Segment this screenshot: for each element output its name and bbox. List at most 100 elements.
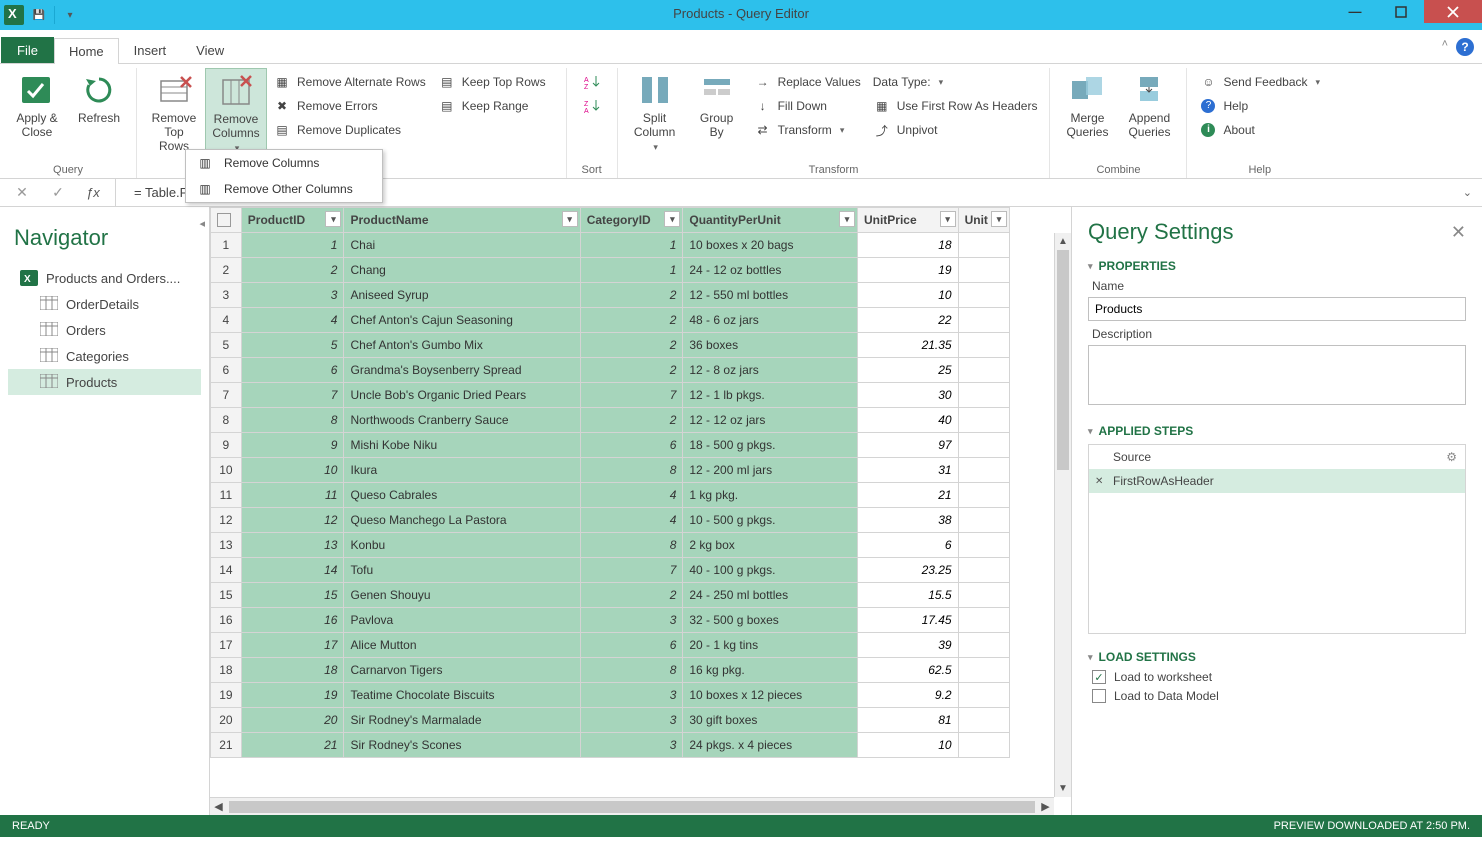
cell-categoryid[interactable]: 2 — [580, 333, 683, 358]
cell-categoryid[interactable]: 7 — [580, 383, 683, 408]
row-number[interactable]: 10 — [211, 458, 242, 483]
navigator-root[interactable]: X Products and Orders.... — [8, 265, 201, 291]
refresh-button[interactable]: Refresh — [68, 68, 130, 128]
cell-quantityperunit[interactable]: 24 - 250 ml bottles — [683, 583, 858, 608]
table-row[interactable]: 77Uncle Bob's Organic Dried Pears712 - 1… — [211, 383, 1010, 408]
table-row[interactable]: 2020Sir Rodney's Marmalade330 gift boxes… — [211, 708, 1010, 733]
cell-productname[interactable]: Genen Shouyu — [344, 583, 580, 608]
keep-top-rows-button[interactable]: ▤Keep Top Rows — [432, 70, 552, 94]
first-row-headers-button[interactable]: ▦Use First Row As Headers — [867, 94, 1044, 118]
cell-quantityperunit[interactable]: 10 - 500 g pkgs. — [683, 508, 858, 533]
cell-productname[interactable]: Northwoods Cranberry Sauce — [344, 408, 580, 433]
tab-home[interactable]: Home — [54, 38, 119, 64]
cell-productid[interactable]: 9 — [241, 433, 344, 458]
split-column-button[interactable]: Split Column — [624, 68, 686, 154]
row-number[interactable]: 2 — [211, 258, 242, 283]
row-number[interactable]: 15 — [211, 583, 242, 608]
cell-categoryid[interactable]: 4 — [580, 483, 683, 508]
row-number[interactable]: 13 — [211, 533, 242, 558]
scroll-up-icon[interactable]: ▲ — [1055, 233, 1071, 250]
cell-unit[interactable] — [958, 533, 1009, 558]
cell-productname[interactable]: Alice Mutton — [344, 633, 580, 658]
cell-productname[interactable]: Teatime Chocolate Biscuits — [344, 683, 580, 708]
cell-unitprice[interactable]: 39 — [857, 633, 958, 658]
cell-unit[interactable] — [958, 483, 1009, 508]
cell-quantityperunit[interactable]: 30 gift boxes — [683, 708, 858, 733]
column-header-unit[interactable]: Unit▾ — [958, 208, 1009, 233]
step-source[interactable]: Source⚙ — [1089, 445, 1465, 469]
query-settings-close-button[interactable]: ✕ — [1451, 222, 1466, 243]
fx-icon[interactable]: ƒx — [80, 179, 116, 206]
filter-dropdown-icon[interactable]: ▾ — [562, 211, 578, 227]
navigator-collapse-button[interactable]: ◂ — [195, 215, 209, 232]
cell-productname[interactable]: Uncle Bob's Organic Dried Pears — [344, 383, 580, 408]
cell-productid[interactable]: 5 — [241, 333, 344, 358]
row-number[interactable]: 12 — [211, 508, 242, 533]
cell-unitprice[interactable]: 97 — [857, 433, 958, 458]
cell-categoryid[interactable]: 8 — [580, 458, 683, 483]
dropdown-remove-other-columns[interactable]: ▥Remove Other Columns — [186, 176, 382, 202]
cell-unitprice[interactable]: 22 — [857, 308, 958, 333]
row-number[interactable]: 8 — [211, 408, 242, 433]
data-type-button[interactable]: Data Type: — [867, 70, 1044, 94]
append-queries-button[interactable]: Append Queries — [1118, 68, 1180, 142]
table-row[interactable]: 88Northwoods Cranberry Sauce212 - 12 oz … — [211, 408, 1010, 433]
table-row[interactable]: 33Aniseed Syrup212 - 550 ml bottles10 — [211, 283, 1010, 308]
cell-unit[interactable] — [958, 358, 1009, 383]
row-number[interactable]: 16 — [211, 608, 242, 633]
hscroll-thumb[interactable] — [229, 801, 1035, 813]
row-number[interactable]: 1 — [211, 233, 242, 258]
cell-productid[interactable]: 18 — [241, 658, 344, 683]
cell-unit[interactable] — [958, 558, 1009, 583]
help-icon[interactable]: ? — [1456, 38, 1474, 56]
tab-insert[interactable]: Insert — [119, 37, 182, 63]
cell-productid[interactable]: 4 — [241, 308, 344, 333]
collapse-ribbon-icon[interactable]: ˄ — [1442, 38, 1448, 56]
cell-quantityperunit[interactable]: 24 - 12 oz bottles — [683, 258, 858, 283]
load-settings-section[interactable]: ▾LOAD SETTINGS — [1088, 650, 1466, 664]
fill-down-button[interactable]: ↓Fill Down — [748, 94, 867, 118]
cell-categoryid[interactable]: 8 — [580, 533, 683, 558]
table-row[interactable]: 66Grandma's Boysenberry Spread212 - 8 oz… — [211, 358, 1010, 383]
cell-productid[interactable]: 15 — [241, 583, 344, 608]
cell-quantityperunit[interactable]: 36 boxes — [683, 333, 858, 358]
navigator-item-orderdetails[interactable]: OrderDetails — [8, 291, 201, 317]
cell-productname[interactable]: Sir Rodney's Marmalade — [344, 708, 580, 733]
cell-productname[interactable]: Tofu — [344, 558, 580, 583]
cell-productid[interactable]: 1 — [241, 233, 344, 258]
cell-unitprice[interactable]: 21 — [857, 483, 958, 508]
cell-quantityperunit[interactable]: 12 - 8 oz jars — [683, 358, 858, 383]
table-row[interactable]: 11Chai110 boxes x 20 bags18 — [211, 233, 1010, 258]
cell-productid[interactable]: 6 — [241, 358, 344, 383]
cell-productname[interactable]: Konbu — [344, 533, 580, 558]
cell-unitprice[interactable]: 18 — [857, 233, 958, 258]
cell-unit[interactable] — [958, 308, 1009, 333]
applied-steps-section[interactable]: ▾APPLIED STEPS — [1088, 424, 1466, 438]
cell-categoryid[interactable]: 1 — [580, 258, 683, 283]
cell-quantityperunit[interactable]: 10 boxes x 12 pieces — [683, 683, 858, 708]
table-row[interactable]: 99Mishi Kobe Niku618 - 500 g pkgs.97 — [211, 433, 1010, 458]
cell-unit[interactable] — [958, 383, 1009, 408]
load-datamodel-row[interactable]: Load to Data Model — [1092, 689, 1462, 703]
row-number[interactable]: 4 — [211, 308, 242, 333]
row-number[interactable]: 7 — [211, 383, 242, 408]
cell-unit[interactable] — [958, 508, 1009, 533]
table-row[interactable]: 55Chef Anton's Gumbo Mix236 boxes21.35 — [211, 333, 1010, 358]
cell-unit[interactable] — [958, 233, 1009, 258]
table-row[interactable]: 1212Queso Manchego La Pastora410 - 500 g… — [211, 508, 1010, 533]
column-header-quantityperunit[interactable]: QuantityPerUnit▾ — [683, 208, 858, 233]
table-row[interactable]: 1919Teatime Chocolate Biscuits310 boxes … — [211, 683, 1010, 708]
cell-unit[interactable] — [958, 458, 1009, 483]
sort-asc-button[interactable]: AZ — [577, 70, 607, 94]
cell-categoryid[interactable]: 6 — [580, 633, 683, 658]
sort-desc-button[interactable]: ZA — [577, 94, 607, 118]
table-row[interactable]: 1313Konbu82 kg box6 — [211, 533, 1010, 558]
cell-unitprice[interactable]: 31 — [857, 458, 958, 483]
row-number[interactable]: 9 — [211, 433, 242, 458]
cell-quantityperunit[interactable]: 1 kg pkg. — [683, 483, 858, 508]
table-row[interactable]: 22Chang124 - 12 oz bottles19 — [211, 258, 1010, 283]
cell-unit[interactable] — [958, 283, 1009, 308]
cell-categoryid[interactable]: 3 — [580, 608, 683, 633]
cell-categoryid[interactable]: 2 — [580, 308, 683, 333]
cell-quantityperunit[interactable]: 12 - 550 ml bottles — [683, 283, 858, 308]
